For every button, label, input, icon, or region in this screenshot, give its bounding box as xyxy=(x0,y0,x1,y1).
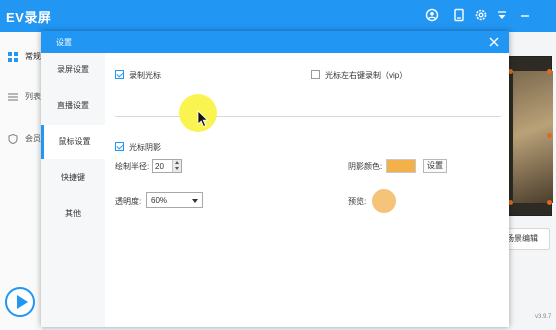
dropdown-icon[interactable] xyxy=(495,8,509,22)
version-label: v3.9.7 xyxy=(535,314,552,320)
app-sidebar: 常规 列表 会员 xyxy=(0,32,44,330)
opacity-label: 透明度: xyxy=(115,197,142,206)
cursor-click-record-checkbox[interactable] xyxy=(311,70,320,79)
dialog-header: 设置 xyxy=(41,31,509,53)
cursor-click-record-label: 光标左右键录制（vip） xyxy=(325,71,408,80)
chevron-down-icon xyxy=(192,199,198,203)
app-titlebar: EV录屏 xyxy=(0,0,556,32)
settings-dialog: 设置 录屏设置 直播设置 鼠标设置 快捷键 其他 录制光标 光标左右键录制（vi… xyxy=(41,31,509,327)
app-title: EV录屏 xyxy=(6,10,52,25)
video-preview xyxy=(506,56,553,216)
nav-live-settings[interactable]: 直播设置 xyxy=(41,89,105,123)
dialog-title: 设置 xyxy=(56,38,72,47)
opacity-select[interactable]: 60% xyxy=(146,192,203,208)
sidebar-item-list[interactable]: 列表 xyxy=(8,90,44,104)
list-icon xyxy=(8,93,18,101)
stepper-up-icon[interactable] xyxy=(175,161,179,164)
gear-icon[interactable] xyxy=(474,8,488,22)
shadow-color-label: 阴影颜色: xyxy=(348,162,383,171)
mouse-cursor-icon xyxy=(197,110,209,128)
shadow-color-swatch[interactable] xyxy=(386,159,416,173)
shadow-preview xyxy=(372,189,396,213)
stepper-arrows[interactable] xyxy=(172,160,181,172)
cursor-shadow-label: 光标阴影 xyxy=(129,143,161,152)
close-icon[interactable] xyxy=(487,35,501,49)
resize-handle[interactable] xyxy=(547,200,552,205)
sidebar-item-vip[interactable]: 会员 xyxy=(8,132,44,146)
nav-mouse-settings[interactable]: 鼠标设置 xyxy=(41,125,105,159)
sidebar-item-general[interactable]: 常规 xyxy=(8,50,44,64)
sidebar-item-label: 会员 xyxy=(25,134,41,143)
resize-handle[interactable] xyxy=(547,69,552,74)
preview-label: 预览: xyxy=(348,197,367,206)
nav-other[interactable]: 其他 xyxy=(41,197,105,231)
record-play-button[interactable] xyxy=(5,287,35,317)
settings-nav: 录屏设置 直播设置 鼠标设置 快捷键 其他 xyxy=(41,53,105,327)
record-cursor-label: 录制光标 xyxy=(129,71,161,80)
stepper-down-icon[interactable] xyxy=(175,167,179,170)
resize-handle[interactable] xyxy=(547,133,552,138)
minimize-icon[interactable] xyxy=(518,8,532,22)
shield-icon xyxy=(8,134,18,144)
sidebar-item-label: 常规 xyxy=(25,52,41,61)
settings-content: 录制光标 光标左右键录制（vip） 光标阴影 绘制半径: 20 阴影颜色: 设置… xyxy=(105,53,509,327)
radius-stepper[interactable]: 20 xyxy=(152,159,182,173)
record-cursor-checkbox[interactable] xyxy=(115,70,124,79)
nav-record-settings[interactable]: 录屏设置 xyxy=(41,53,105,87)
set-color-button[interactable]: 设置 xyxy=(423,159,447,173)
radius-value: 20 xyxy=(155,162,164,171)
user-icon[interactable] xyxy=(425,8,439,22)
book-icon[interactable] xyxy=(452,8,466,22)
nav-hotkeys[interactable]: 快捷键 xyxy=(41,161,105,195)
grid-icon xyxy=(8,52,18,62)
divider xyxy=(115,116,501,117)
opacity-value: 60% xyxy=(151,196,168,205)
radius-label: 绘制半径: xyxy=(115,162,150,171)
sidebar-item-label: 列表 xyxy=(25,92,41,101)
cursor-shadow-checkbox[interactable] xyxy=(115,142,124,151)
